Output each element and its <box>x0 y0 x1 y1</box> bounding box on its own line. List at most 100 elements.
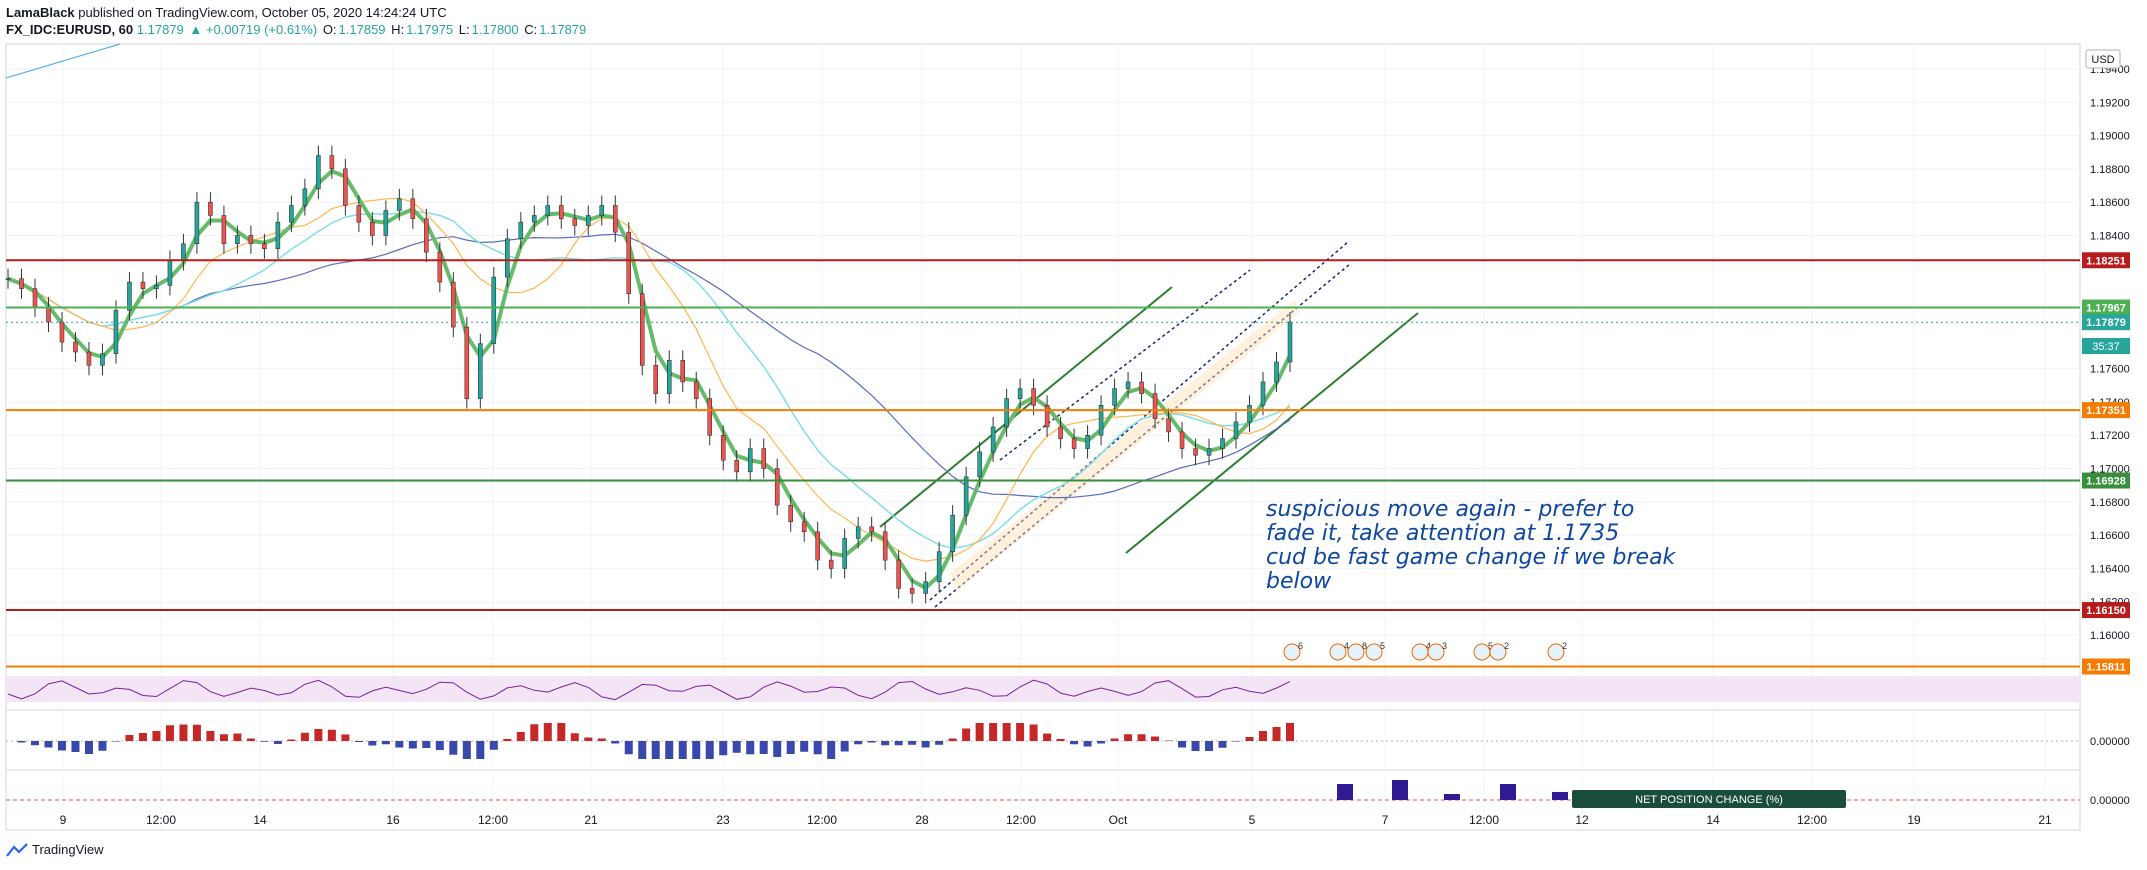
level-price-label: 1.15811 <box>2086 661 2125 673</box>
macd-bar <box>665 741 674 759</box>
candle-body <box>1220 438 1225 449</box>
candle-body <box>626 231 632 294</box>
level-price-label: 1.17351 <box>2086 405 2126 417</box>
macd-bar <box>233 733 242 741</box>
macd-bar <box>1002 723 1011 741</box>
candle-body <box>167 260 173 286</box>
macd-bar <box>1259 731 1268 741</box>
candle-body <box>815 531 820 561</box>
candle-body <box>1112 388 1117 406</box>
macd-bar <box>30 741 39 746</box>
macd-bar <box>314 729 323 741</box>
event-flag-count: 5 <box>1380 641 1385 651</box>
macd-bar <box>44 741 53 748</box>
candle-body <box>19 278 24 289</box>
candle-body <box>909 588 915 594</box>
x-tick-label: 12:00 <box>1797 813 1827 827</box>
candle-body <box>666 360 672 394</box>
level-price-label: 1.18251 <box>2086 255 2126 267</box>
candle-body <box>437 251 443 283</box>
candle-body <box>289 205 294 223</box>
candle-body <box>747 448 753 473</box>
y-tick-label: 1.16000 <box>2090 630 2130 642</box>
candle-body <box>275 221 281 250</box>
tradingview-brand: TradingView <box>32 842 104 857</box>
price-axis[interactable]: 1.194001.192001.190001.188001.186001.184… <box>2090 64 2130 807</box>
macd-bar <box>435 741 444 750</box>
candle-body <box>154 285 159 289</box>
candle-body <box>316 155 321 190</box>
x-tick-label: 12:00 <box>807 813 837 827</box>
macd-bar <box>975 723 984 741</box>
candle-body <box>262 243 267 250</box>
channel-upper-line[interactable] <box>879 286 1173 528</box>
tradingview-logo[interactable]: TradingView <box>6 842 104 857</box>
macd-bar <box>1110 738 1119 741</box>
horizontal-levels[interactable]: 1.18251 1.17967 1.17879 1.17351 1.16928 1.161… <box>6 252 2130 675</box>
macd-bar <box>719 741 728 756</box>
candle-body <box>586 215 591 226</box>
y-tick-label: 1.16800 <box>2090 497 2130 509</box>
macd-bar <box>989 723 998 741</box>
macd-histogram <box>17 723 1294 759</box>
macd-bar <box>84 741 93 754</box>
annotation-line-3: cud be fast game change if we break <box>1266 545 1677 570</box>
macd-bar <box>206 731 215 741</box>
candle-body <box>221 215 227 245</box>
cot-legend-label: NET POSITION CHANGE (%) <box>1635 794 1783 806</box>
x-tick-label: 12:00 <box>1469 813 1499 827</box>
candle-body <box>1287 321 1293 363</box>
candle-body <box>478 343 483 399</box>
candle-body <box>5 278 11 280</box>
x-tick-label: 14 <box>1706 813 1720 827</box>
candle-body <box>397 198 402 211</box>
candle-body <box>1058 426 1063 439</box>
macd-bar <box>1124 734 1133 741</box>
level-price-label: 1.17967 <box>2086 303 2126 315</box>
macd-bar <box>111 741 120 742</box>
candle-body <box>640 293 645 366</box>
annotation-line-4: below <box>1266 569 1332 594</box>
macd-bar <box>1178 741 1187 748</box>
candle-body <box>329 155 335 170</box>
candle-body <box>693 381 699 399</box>
cot-bar <box>1392 780 1408 800</box>
candle-body <box>599 205 605 216</box>
macd-bar <box>705 741 714 759</box>
y-tick-label: 1.18800 <box>2090 164 2130 176</box>
x-tick-label: 12:00 <box>478 813 508 827</box>
macd-bar <box>530 724 539 741</box>
channel-fill <box>950 300 1300 590</box>
macd-bar <box>219 734 228 741</box>
candle-body <box>370 221 375 236</box>
candle-body <box>208 201 213 216</box>
macd-bar <box>732 741 741 753</box>
macd-bar <box>273 741 282 744</box>
economic-event-flags[interactable]: 648543522 <box>1283 641 1567 661</box>
macd-bar <box>1286 723 1294 741</box>
candle-body <box>869 526 874 533</box>
x-tick-label: 9 <box>60 813 67 827</box>
candle-body <box>990 426 996 453</box>
price-chart[interactable]: 1.194001.192001.190001.188001.186001.184… <box>0 0 2147 870</box>
candle-body <box>1260 381 1266 406</box>
macd-bar <box>1151 736 1160 741</box>
candle-body <box>828 559 834 569</box>
macd-bar <box>179 724 188 741</box>
macd-bar <box>422 741 431 748</box>
cot-bar <box>1500 784 1516 800</box>
y-tick-label: 1.17200 <box>2090 430 2130 442</box>
y-tick-label: 1.19000 <box>2090 131 2130 143</box>
time-axis[interactable]: 9 12:00 14 16 12:00 21 23 12:00 28 12:00 Oct 5 7 12:0… <box>60 813 2052 827</box>
candle-body <box>788 504 793 523</box>
macd-bar <box>246 738 255 741</box>
level-price-label: 1.17879 <box>2086 317 2126 329</box>
candle-body <box>505 238 510 278</box>
x-tick-label: 7 <box>1382 813 1389 827</box>
macd-bar <box>921 741 930 748</box>
cot-bar <box>1552 792 1568 800</box>
macd-bar <box>854 741 863 745</box>
macd-bar <box>746 741 755 755</box>
candle-body <box>140 281 146 289</box>
macd-bar <box>98 741 107 751</box>
